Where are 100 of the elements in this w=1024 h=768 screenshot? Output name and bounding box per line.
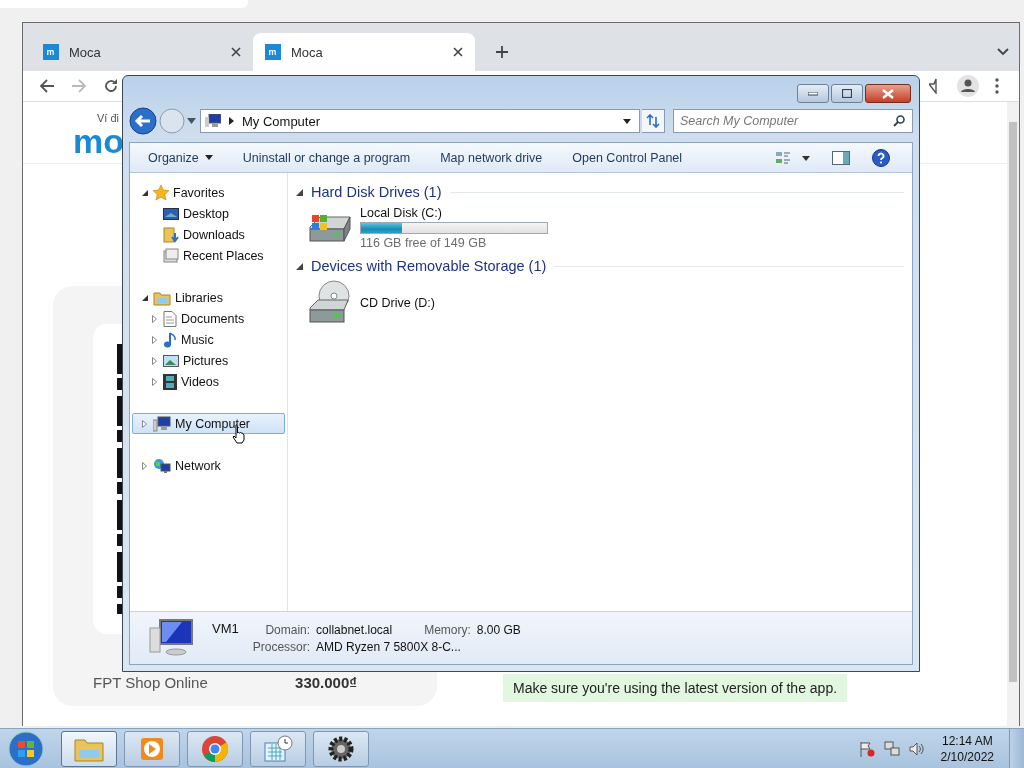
new-tab-icon[interactable] bbox=[495, 45, 509, 59]
collapse-arrow-icon[interactable] bbox=[141, 293, 149, 302]
free-space: 116 GB free of 149 GB bbox=[360, 236, 488, 250]
film-icon bbox=[163, 373, 177, 390]
drive-item[interactable]: CD Drive (D:) bbox=[296, 276, 566, 332]
reload-icon[interactable] bbox=[103, 78, 119, 94]
speaker-icon[interactable] bbox=[908, 740, 925, 757]
address-bar[interactable]: My Computer bbox=[200, 109, 640, 133]
network-icon bbox=[153, 457, 171, 474]
expand-arrow-icon[interactable] bbox=[141, 461, 149, 470]
group-header[interactable]: Devices with Removable Storage (1) bbox=[296, 256, 904, 276]
flag-icon[interactable] bbox=[858, 740, 875, 757]
collapse-arrow-icon bbox=[296, 262, 303, 270]
scrollbar[interactable] bbox=[1007, 102, 1019, 726]
document-icon bbox=[163, 310, 177, 327]
detail-label: Processor: bbox=[252, 639, 311, 654]
search-icon bbox=[893, 115, 905, 127]
computer-icon bbox=[153, 415, 171, 432]
expand-arrow-icon[interactable] bbox=[151, 314, 159, 323]
detail-value: AMD Ryzen 7 5800X 8-C... bbox=[316, 639, 462, 654]
chevron-right-icon bbox=[229, 117, 234, 125]
menu-icon[interactable] bbox=[995, 78, 999, 94]
browser-tab[interactable]: Moca bbox=[31, 33, 253, 71]
chevron-down-icon[interactable] bbox=[997, 48, 1009, 56]
nav-item[interactable]: Recent Places bbox=[132, 245, 285, 266]
browser-tab[interactable]: Moca bbox=[253, 33, 475, 71]
help-icon bbox=[872, 148, 890, 167]
dropdown-icon[interactable] bbox=[623, 118, 631, 124]
nav-item[interactable]: Libraries bbox=[132, 287, 285, 308]
nav-item[interactable]: Network bbox=[132, 455, 285, 476]
back-button[interactable] bbox=[129, 107, 157, 135]
caret-icon bbox=[204, 155, 213, 160]
close-button[interactable] bbox=[865, 84, 911, 103]
nav-item[interactable]: Desktop bbox=[132, 203, 285, 224]
pane-icon bbox=[832, 150, 850, 165]
clock-date[interactable]: 2/10/2022 bbox=[940, 749, 994, 764]
expand-arrow-icon[interactable] bbox=[151, 377, 159, 386]
expand-arrow-icon[interactable] bbox=[151, 335, 159, 344]
price: 330.000₫ bbox=[295, 674, 357, 691]
drive-name: Local Disk (C:) bbox=[360, 206, 443, 220]
network-icon[interactable] bbox=[883, 740, 900, 757]
maximize-button[interactable] bbox=[831, 84, 863, 103]
close-icon bbox=[882, 88, 894, 99]
detail-label: Domain: bbox=[264, 622, 311, 637]
nav-item[interactable]: My Computer bbox=[132, 413, 285, 434]
nav-item[interactable]: Downloads bbox=[132, 224, 285, 245]
gear-icon bbox=[327, 734, 355, 763]
drive-item[interactable]: Local Disk (C:) 116 GB free of 149 GB bbox=[296, 202, 566, 256]
browser-icon bbox=[201, 734, 229, 763]
clock-time[interactable]: 12:14 AM bbox=[941, 733, 993, 748]
close-icon[interactable] bbox=[453, 47, 463, 57]
caret-icon[interactable] bbox=[187, 118, 196, 124]
taskbar-button[interactable] bbox=[313, 730, 369, 767]
recent-places-icon bbox=[163, 247, 179, 264]
expand-arrow-icon[interactable] bbox=[151, 356, 159, 365]
refresh-button[interactable] bbox=[642, 109, 665, 133]
forward-icon bbox=[71, 78, 87, 94]
profile-icon[interactable] bbox=[957, 75, 979, 97]
nav-item[interactable]: Pictures bbox=[132, 350, 285, 371]
library-icon bbox=[153, 289, 171, 306]
collapse-arrow-icon bbox=[296, 188, 303, 196]
toolbar-button[interactable]: Open Control Panel bbox=[564, 146, 691, 169]
nav-item[interactable]: Music bbox=[132, 329, 285, 350]
expand-arrow-icon[interactable] bbox=[141, 419, 149, 428]
toolbar-button[interactable]: Uninstall or change a program bbox=[234, 146, 419, 169]
detail-label: Memory: bbox=[424, 622, 471, 637]
maximize-icon bbox=[842, 89, 852, 98]
desktop-icon bbox=[163, 206, 179, 221]
notice: Make sure you're using the latest version of the app. bbox=[503, 674, 848, 702]
nav-item[interactable]: Favorites bbox=[132, 182, 285, 203]
collapse-arrow-icon[interactable] bbox=[141, 188, 149, 197]
back-icon[interactable] bbox=[39, 78, 55, 94]
close-icon[interactable] bbox=[231, 47, 241, 57]
pictures-icon bbox=[163, 353, 179, 368]
site-icon bbox=[265, 44, 281, 60]
star-icon bbox=[153, 184, 169, 201]
view-list-icon bbox=[776, 150, 810, 165]
drive-name: CD Drive (D:) bbox=[360, 296, 435, 310]
music-note-icon bbox=[163, 331, 177, 348]
play-icon bbox=[139, 735, 165, 762]
group-header[interactable]: Hard Disk Drives (1) bbox=[296, 182, 904, 202]
detail-value: collabnet.local bbox=[316, 622, 393, 637]
logo: mo bbox=[73, 124, 124, 158]
search-field[interactable]: Search My Computer bbox=[673, 109, 913, 133]
detail-value: 8.00 GB bbox=[476, 622, 521, 637]
refresh-icon bbox=[646, 114, 660, 128]
minimize-icon bbox=[808, 91, 818, 96]
site-icon bbox=[43, 44, 59, 60]
start-button[interactable] bbox=[6, 728, 46, 768]
downloads-icon bbox=[163, 226, 179, 243]
nav-item[interactable]: Videos bbox=[132, 371, 285, 392]
shop-name: FPT Shop Online bbox=[93, 674, 208, 691]
toolbar-button[interactable]: Map network drive bbox=[432, 146, 551, 169]
computer-name: VM1 bbox=[212, 621, 239, 636]
computer-icon bbox=[205, 114, 221, 128]
nav-item[interactable]: Documents bbox=[132, 308, 285, 329]
computer-icon bbox=[148, 618, 194, 658]
toolbar-button[interactable]: Organize bbox=[140, 146, 221, 169]
tagline: Ví đi bbox=[97, 112, 119, 124]
calendar-clock-icon bbox=[263, 734, 293, 763]
